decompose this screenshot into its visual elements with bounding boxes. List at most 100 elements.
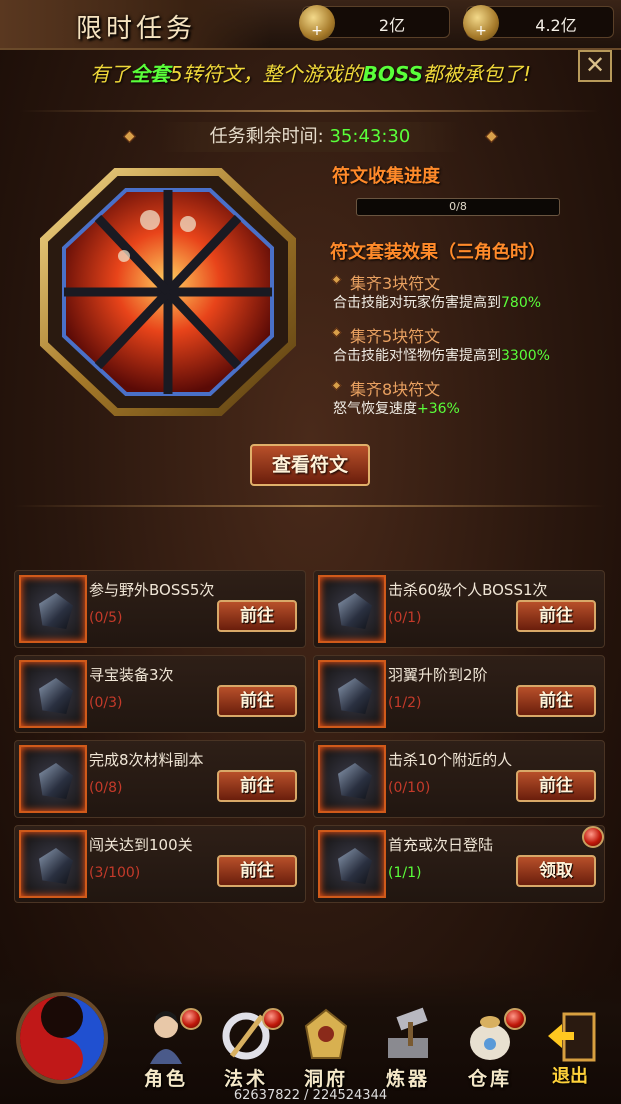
task-progress: (3/100) <box>89 865 141 881</box>
task-reward-thumbnail[interactable] <box>19 830 87 898</box>
top-bar: 限时任务 + 2亿 + 4.2亿 <box>0 0 621 50</box>
task-name: 参与野外BOSS5次 <box>89 581 215 599</box>
task-card: 击杀10个附近的人 (0/10) 前往 <box>313 740 605 818</box>
task-progress: (0/1) <box>388 610 422 626</box>
task-name: 击杀60级个人BOSS1次 <box>388 581 548 599</box>
nav-spell-label: 法术 <box>223 1068 268 1090</box>
set-effect-1-name: 集齐3块符文 <box>350 274 441 293</box>
task-reward-thumbnail[interactable] <box>318 575 386 643</box>
ingot-icon: + <box>463 5 499 41</box>
slogan: 有了全套5转符文，整个游戏的BOSS都被承包了! <box>0 58 621 87</box>
task-name: 完成8次材料副本 <box>89 751 204 769</box>
set-effect-2-desc: 合击技能对怪物伤害提高到3300% <box>333 345 550 365</box>
yin-yang-orb-icon[interactable] <box>0 978 120 1098</box>
task-name: 羽翼升阶到2阶 <box>388 666 488 684</box>
timer-label: 任务剩余时间: <box>209 126 324 147</box>
divider-middle <box>14 505 606 507</box>
slogan-highlight-1: 全套 <box>129 62 170 86</box>
currency-gold-value: 2亿 <box>378 16 406 35</box>
exit-button[interactable] <box>544 1010 602 1064</box>
collection-progress-bar: 0/8 <box>356 198 560 216</box>
collection-title: 符文收集进度 <box>332 166 440 187</box>
notification-dot <box>582 826 604 848</box>
equipment-icon <box>39 593 73 629</box>
go-button[interactable]: 前往 <box>217 770 297 802</box>
exit-label: 退出 <box>552 1066 588 1087</box>
task-progress: (0/3) <box>89 695 123 711</box>
task-card: 寻宝装备3次 (0/3) 前往 <box>14 655 306 733</box>
claim-button[interactable]: 领取 <box>516 855 596 887</box>
task-progress: (1/2) <box>388 695 422 711</box>
rune-wheel[interactable] <box>38 168 298 416</box>
collection-progress-text: 0/8 <box>449 200 467 213</box>
timer-value: 35:43:30 <box>329 126 411 147</box>
page-title: 限时任务 <box>76 14 197 44</box>
task-reward-thumbnail[interactable] <box>318 660 386 728</box>
task-progress: (0/5) <box>89 610 123 626</box>
task-progress: (0/8) <box>89 780 123 796</box>
nav-character-label: 角色 <box>143 1068 188 1090</box>
go-button[interactable]: 前往 <box>217 685 297 717</box>
equipment-icon <box>39 763 73 799</box>
forge-icon <box>388 1007 428 1058</box>
coin-icon: + <box>299 5 335 41</box>
go-button[interactable]: 前往 <box>217 855 297 887</box>
task-card: 参与野外BOSS5次 (0/5) 前往 <box>14 570 306 648</box>
view-runes-button[interactable]: 查看符文 <box>250 444 370 486</box>
timer: 任务剩余时间: 35:43:30 <box>160 122 460 152</box>
go-button[interactable]: 前往 <box>516 770 596 802</box>
equipment-icon <box>338 763 372 799</box>
nav-cave-label: 洞府 <box>303 1068 348 1090</box>
task-name: 寻宝装备3次 <box>89 666 174 684</box>
task-progress: (1/1) <box>388 865 422 881</box>
equipment-icon <box>338 678 372 714</box>
set-effect-1-desc-text: 合击技能对玩家伤害提高到 <box>333 295 501 311</box>
task-card: 完成8次材料副本 (0/8) 前往 <box>14 740 306 818</box>
task-reward-thumbnail[interactable] <box>318 830 386 898</box>
set-effect-1-desc: 合击技能对玩家伤害提高到780% <box>333 292 541 312</box>
set-effect-2-desc-text: 合击技能对怪物伤害提高到 <box>333 348 501 364</box>
currency-ingot[interactable]: + 4.2亿 <box>463 5 614 41</box>
currency-ingot-value: 4.2亿 <box>535 16 577 35</box>
slogan-highlight-2: BOSS <box>362 62 424 86</box>
task-reward-thumbnail[interactable] <box>19 575 87 643</box>
equipment-icon <box>39 848 73 884</box>
task-name: 击杀10个附近的人 <box>388 751 513 769</box>
background <box>0 0 621 1104</box>
equipment-icon <box>338 848 372 884</box>
notification-dot <box>504 1008 526 1030</box>
set-effect-3-value: +36% <box>417 401 460 417</box>
set-effect-3-desc-text: 怒气恢复速度 <box>333 401 417 417</box>
set-effect-2-name: 集齐5块符文 <box>350 327 441 346</box>
slogan-text-2: 5转符文，整个游戏的 <box>169 62 363 86</box>
set-effect-3-name: 集齐8块符文 <box>350 380 441 399</box>
task-card: 击杀60级个人BOSS1次 (0/1) 前往 <box>313 570 605 648</box>
notification-dot <box>262 1008 284 1030</box>
nav-forge-label: 炼器 <box>385 1068 430 1090</box>
exit-door-icon <box>548 1012 596 1062</box>
nav-forge[interactable]: 炼器 <box>370 1000 446 1092</box>
go-button[interactable]: 前往 <box>516 600 596 632</box>
equipment-icon <box>39 678 73 714</box>
task-card: 首充或次日登陆 (1/1) 领取 <box>313 825 605 903</box>
task-reward-thumbnail[interactable] <box>19 745 87 813</box>
slogan-text-1: 有了 <box>89 62 130 86</box>
go-button[interactable]: 前往 <box>516 685 596 717</box>
task-reward-thumbnail[interactable] <box>318 745 386 813</box>
cave-icon <box>304 1008 348 1059</box>
nav-cave[interactable]: 洞府 <box>288 1000 364 1092</box>
task-name: 首充或次日登陆 <box>388 836 494 854</box>
set-effects-title: 符文套装效果（三角色时） <box>330 242 546 263</box>
task-progress: (0/10) <box>388 780 431 796</box>
task-reward-thumbnail[interactable] <box>19 660 87 728</box>
task-card: 闯关达到100关 (3/100) 前往 <box>14 825 306 903</box>
set-effect-2-value: 3300% <box>501 348 550 364</box>
go-button[interactable]: 前往 <box>217 600 297 632</box>
nav-warehouse-label: 仓库 <box>467 1068 512 1090</box>
task-name: 闯关达到100关 <box>89 836 193 854</box>
divider-top <box>20 110 600 112</box>
set-effect-1-value: 780% <box>501 295 542 311</box>
task-card: 羽翼升阶到2阶 (1/2) 前往 <box>313 655 605 733</box>
currency-gold[interactable]: + 2亿 <box>299 5 450 41</box>
equipment-icon <box>338 593 372 629</box>
